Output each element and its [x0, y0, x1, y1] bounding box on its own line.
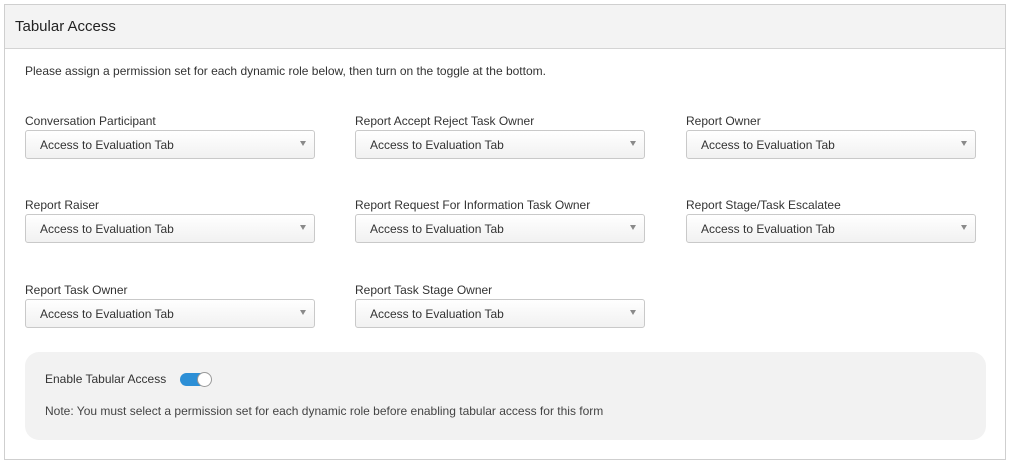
permission-select[interactable]: Access to Evaluation Tab [355, 214, 645, 243]
role-field-report-task-owner: Report Task Owner Access to Evaluation T… [25, 283, 315, 328]
role-label: Report Accept Reject Task Owner [355, 114, 535, 128]
chevron-down-icon [961, 141, 967, 146]
role-field-conversation-participant: Conversation Participant Access to Evalu… [25, 114, 315, 159]
enable-row: Enable Tabular Access [45, 371, 213, 387]
select-value: Access to Evaluation Tab [40, 137, 174, 152]
enable-tabular-access-box: Enable Tabular Access Note: You must sel… [25, 352, 986, 440]
panel-header: Tabular Access [5, 5, 1005, 49]
permission-select[interactable]: Access to Evaluation Tab [355, 130, 645, 159]
toggle-knob [197, 371, 213, 387]
chevron-down-icon [630, 141, 636, 146]
role-label: Conversation Participant [25, 114, 156, 128]
enable-label: Enable Tabular Access [45, 372, 167, 386]
select-value: Access to Evaluation Tab [40, 221, 174, 236]
chevron-down-icon [300, 141, 306, 146]
select-value: Access to Evaluation Tab [370, 137, 504, 152]
chevron-down-icon [300, 225, 306, 230]
role-field-report-task-stage-owner: Report Task Stage Owner Access to Evalua… [355, 283, 645, 328]
role-field-report-owner: Report Owner Access to Evaluation Tab [686, 114, 976, 159]
role-field-report-accept-reject-task-owner: Report Accept Reject Task Owner Access t… [355, 114, 645, 159]
role-field-report-request-for-information-task-owner: Report Request For Information Task Owne… [355, 198, 645, 243]
chevron-down-icon [630, 310, 636, 315]
select-value: Access to Evaluation Tab [701, 137, 835, 152]
role-field-report-stage-task-escalatee: Report Stage/Task Escalatee Access to Ev… [686, 198, 976, 243]
select-value: Access to Evaluation Tab [40, 306, 174, 321]
role-label: Report Raiser [25, 198, 100, 212]
enable-tabular-access-toggle[interactable] [180, 371, 213, 387]
role-label: Report Owner [686, 114, 761, 128]
chevron-down-icon [630, 225, 636, 230]
role-label: Report Task Owner [25, 283, 128, 297]
role-field-report-raiser: Report Raiser Access to Evaluation Tab [25, 198, 315, 243]
select-value: Access to Evaluation Tab [370, 306, 504, 321]
permission-select[interactable]: Access to Evaluation Tab [355, 299, 645, 328]
panel-title: Tabular Access [15, 18, 116, 35]
role-label: Report Task Stage Owner [355, 283, 493, 297]
permission-select[interactable]: Access to Evaluation Tab [25, 299, 315, 328]
role-label: Report Stage/Task Escalatee [686, 198, 841, 212]
enable-note: Note: You must select a permission set f… [45, 404, 604, 418]
chevron-down-icon [961, 225, 967, 230]
select-value: Access to Evaluation Tab [701, 221, 835, 236]
tabular-access-panel: Tabular Access Please assign a permissio… [4, 4, 1006, 460]
permission-select[interactable]: Access to Evaluation Tab [686, 130, 976, 159]
chevron-down-icon [300, 310, 306, 315]
role-label: Report Request For Information Task Owne… [355, 198, 591, 212]
intro-text: Please assign a permission set for each … [25, 64, 546, 78]
select-value: Access to Evaluation Tab [370, 221, 504, 236]
permission-select[interactable]: Access to Evaluation Tab [686, 214, 976, 243]
permission-select[interactable]: Access to Evaluation Tab [25, 214, 315, 243]
permission-select[interactable]: Access to Evaluation Tab [25, 130, 315, 159]
